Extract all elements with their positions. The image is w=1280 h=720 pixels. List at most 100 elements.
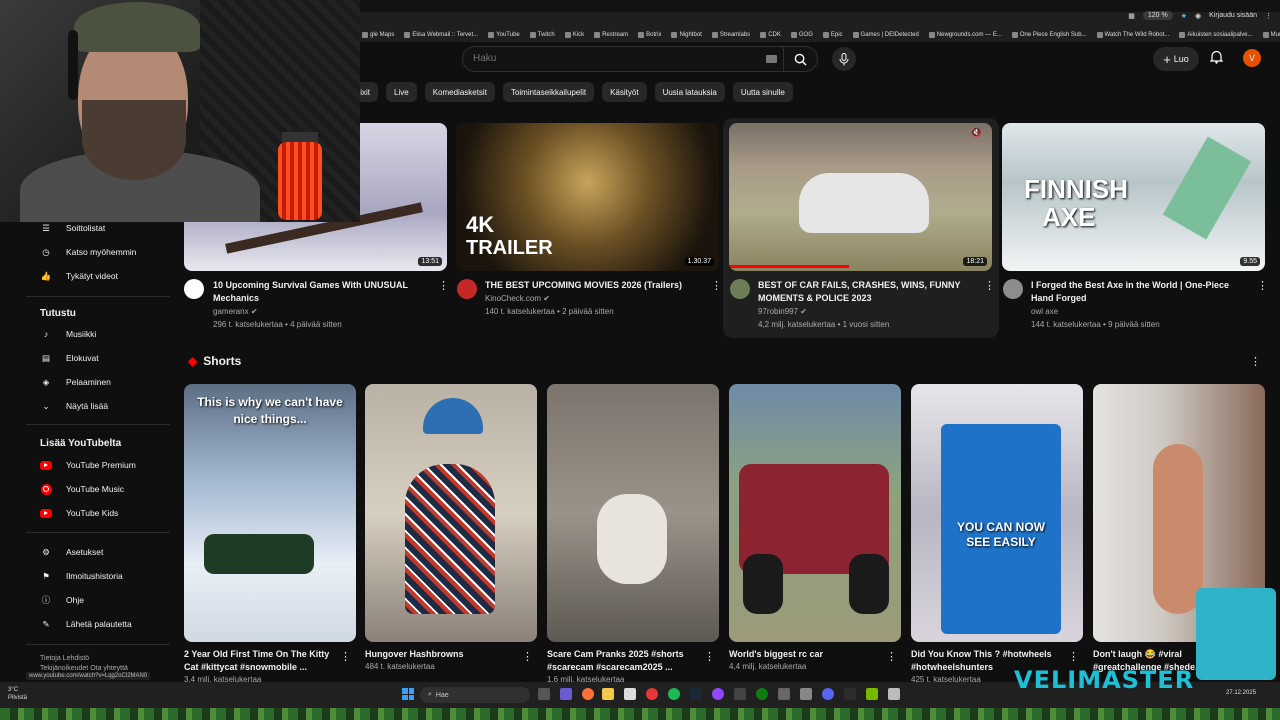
video-title[interactable]: BEST OF CAR FAILS, CRASHES, WINS, FUNNY … bbox=[758, 279, 973, 305]
menu-icon[interactable]: ⋮ bbox=[1265, 12, 1272, 20]
settings-app-icon[interactable] bbox=[778, 688, 790, 700]
short-title[interactable]: World's biggest rc car bbox=[729, 648, 879, 661]
search-button[interactable] bbox=[783, 47, 817, 71]
weather-widget[interactable]: 3°C Pilvistä bbox=[8, 686, 27, 702]
chip-6[interactable]: Uutta sinulle bbox=[732, 82, 793, 102]
more-options-icon[interactable]: ⋮ bbox=[704, 650, 715, 663]
bookmark-item[interactable]: Nightbot bbox=[671, 32, 702, 38]
short-thumbnail[interactable]: This is why we can't have nice things... bbox=[184, 384, 356, 642]
short-title[interactable]: 2 Year Old First Time On The Kitty Cat #… bbox=[184, 648, 334, 674]
video-thumbnail[interactable]: 🔇 18:21 bbox=[729, 123, 992, 271]
steam-icon[interactable] bbox=[690, 688, 702, 700]
mute-icon[interactable]: 🔇 bbox=[971, 127, 982, 138]
bookmark-item[interactable]: Muut kirjanmerkit bbox=[1262, 32, 1280, 38]
video-thumbnail[interactable]: 4K TRAILER 1.30.37 bbox=[456, 123, 719, 271]
xbox-icon[interactable] bbox=[756, 688, 768, 700]
channel-name[interactable]: 97robin997 ✔ bbox=[758, 305, 973, 318]
channel-name[interactable]: gameranx ✔ bbox=[213, 305, 428, 318]
signin-button[interactable]: Kirjaudu sisään bbox=[1209, 12, 1257, 19]
more-options-icon[interactable]: ⋮ bbox=[340, 650, 351, 663]
bookmark-item[interactable]: Botrix bbox=[638, 32, 661, 38]
bookmark-item[interactable]: One Piece English Sub... bbox=[1011, 32, 1087, 38]
sidebar-item-liked-videos[interactable]: 👍 Tykätyt videot bbox=[26, 266, 170, 286]
clock-date[interactable]: 27.12.2025 bbox=[1226, 690, 1256, 696]
chrome-icon[interactable] bbox=[646, 688, 658, 700]
bookmark-item[interactable]: Kick bbox=[564, 32, 584, 38]
more-options-icon[interactable]: ⋮ bbox=[1068, 650, 1079, 663]
sidebar-item-movies[interactable]: ▤ Elokuvat bbox=[26, 348, 170, 368]
more-options-icon[interactable]: ⋮ bbox=[522, 650, 533, 663]
bookmark-item[interactable]: Aikuisten sosiaalipalve... bbox=[1179, 32, 1253, 38]
zoom-badge[interactable]: 120 % bbox=[1142, 11, 1173, 20]
bookmark-item[interactable]: YouTube bbox=[488, 32, 520, 38]
video-title[interactable]: THE BEST UPCOMING MOVIES 2026 (Trailers) bbox=[485, 279, 700, 292]
taskbar-search[interactable]: ⌕ Hae bbox=[420, 687, 530, 703]
short-title[interactable]: Hungover Hashbrowns bbox=[365, 648, 515, 661]
star-icon[interactable]: ★ bbox=[1181, 12, 1187, 20]
bookmark-item[interactable]: Restream bbox=[594, 32, 628, 38]
video-title[interactable]: 10 Upcoming Survival Games With UNUSUAL … bbox=[213, 279, 428, 305]
bookmark-item[interactable]: GOG bbox=[790, 32, 813, 38]
create-button[interactable]: + Luo bbox=[1153, 47, 1199, 71]
short-thumbnail[interactable] bbox=[365, 384, 537, 642]
bookmark-item[interactable]: Newgrounds.com — E... bbox=[928, 32, 1002, 38]
video-title[interactable]: I Forged the Best Axe in the World | One… bbox=[1031, 279, 1246, 305]
profile-icon[interactable]: ◉ bbox=[1195, 12, 1201, 20]
more-options-icon[interactable]: ⋮ bbox=[711, 279, 722, 292]
sidebar-item-youtube-music[interactable]: YouTube Music bbox=[26, 479, 170, 499]
short-thumbnail[interactable]: YOU CAN NOW SEE EASILY bbox=[911, 384, 1083, 642]
channel-name[interactable]: owl axe bbox=[1031, 305, 1246, 318]
app-icon[interactable] bbox=[800, 688, 812, 700]
chip-2[interactable]: Komediasketsit bbox=[424, 82, 495, 102]
avatar[interactable]: V bbox=[1243, 49, 1261, 67]
sidebar-item-youtube-premium[interactable]: YouTube Premium bbox=[26, 455, 170, 475]
chip-4[interactable]: Käsityöt bbox=[602, 82, 647, 102]
sidebar-item-gaming[interactable]: ◈ Pelaaminen bbox=[26, 372, 170, 392]
more-options-icon[interactable]: ⋮ bbox=[886, 650, 897, 663]
channel-name[interactable]: KinoCheck.com ✔ bbox=[485, 292, 700, 305]
shorts-more-options-icon[interactable]: ⋮ bbox=[1250, 355, 1261, 368]
chip-3[interactable]: Toimintaseikkailupelit bbox=[502, 82, 595, 102]
file-explorer-icon[interactable] bbox=[602, 688, 614, 700]
sidebar-item-send-feedback[interactable]: ✎ Lähetä palautetta bbox=[26, 614, 170, 634]
app-icon[interactable] bbox=[888, 688, 900, 700]
channel-avatar[interactable] bbox=[1003, 279, 1023, 299]
twitch-icon[interactable] bbox=[712, 688, 724, 700]
sidebar-item-help[interactable]: ⓘ Ohje bbox=[26, 590, 170, 610]
bookmark-item[interactable]: CDK bbox=[760, 32, 781, 38]
sidebar-item-show-more[interactable]: ⌄ Näytä lisää bbox=[26, 396, 170, 416]
video-thumbnail[interactable]: FINNISH AXE 9.55 bbox=[1002, 123, 1265, 271]
more-options-icon[interactable]: ⋮ bbox=[1257, 279, 1268, 292]
chip-1[interactable]: Live bbox=[386, 82, 417, 102]
channel-avatar[interactable] bbox=[457, 279, 477, 299]
spotify-icon[interactable] bbox=[668, 688, 680, 700]
short-thumbnail[interactable] bbox=[729, 384, 901, 642]
bookmark-item[interactable]: Elisa Webmail :: Tervet... bbox=[404, 32, 478, 38]
sidebar-item-settings[interactable]: ⚙ Asetukset bbox=[26, 542, 170, 562]
sidebar-item-music[interactable]: ♪ Musiikki bbox=[26, 324, 170, 344]
calculator-icon[interactable] bbox=[734, 688, 746, 700]
search-box[interactable] bbox=[462, 46, 818, 72]
bookmark-item[interactable]: Epic bbox=[822, 32, 843, 38]
short-title[interactable]: Scare Cam Pranks 2025 #shorts #scarecam … bbox=[547, 648, 697, 674]
channel-avatar[interactable] bbox=[730, 279, 750, 299]
notifications-button[interactable] bbox=[1209, 50, 1224, 69]
bookmark-item[interactable]: Games | DEIDetected bbox=[852, 32, 919, 38]
teams-icon[interactable] bbox=[560, 688, 572, 700]
voice-search-button[interactable] bbox=[832, 47, 856, 71]
bookmark-item[interactable]: Twitch bbox=[529, 32, 555, 38]
more-options-icon[interactable]: ⋮ bbox=[984, 279, 995, 292]
app-icon[interactable] bbox=[844, 688, 856, 700]
sidebar-item-youtube-kids[interactable]: YouTube Kids bbox=[26, 503, 170, 523]
short-thumbnail[interactable] bbox=[547, 384, 719, 642]
keyboard-icon[interactable] bbox=[766, 55, 777, 63]
sidebar-item-watch-later[interactable]: ◷ Katso myöhemmin bbox=[26, 242, 170, 262]
channel-avatar[interactable] bbox=[184, 279, 204, 299]
bookmark-item[interactable]: Watch The Wild Robot... bbox=[1096, 32, 1169, 38]
bookmark-item[interactable]: Streamlabs bbox=[711, 32, 750, 38]
search-input[interactable] bbox=[473, 53, 753, 64]
windows-start-icon[interactable] bbox=[402, 688, 414, 700]
more-options-icon[interactable]: ⋮ bbox=[438, 279, 449, 292]
store-icon[interactable] bbox=[624, 688, 636, 700]
sidebar-item-report-history[interactable]: ⚑ Ilmoitushistoria bbox=[26, 566, 170, 586]
